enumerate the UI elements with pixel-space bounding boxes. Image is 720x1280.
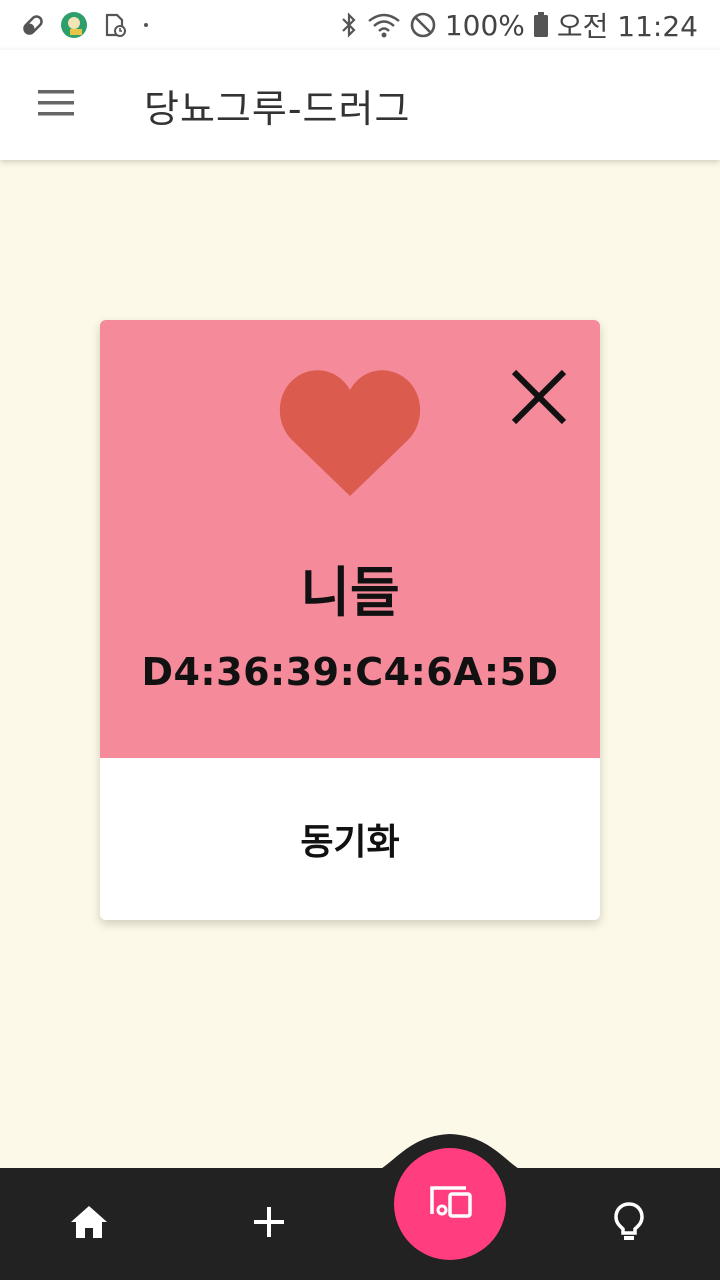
battery-icon bbox=[533, 11, 549, 39]
wifi-icon bbox=[367, 11, 401, 39]
battery-percent: 100% bbox=[444, 8, 525, 42]
lightbulb-icon bbox=[613, 1201, 645, 1247]
home-icon bbox=[69, 1204, 109, 1244]
app-avatar-icon bbox=[60, 11, 88, 39]
nav-tips[interactable] bbox=[584, 1168, 674, 1280]
device-card: 니들 D4:36:39:C4:6A:5D 동기화 bbox=[100, 320, 600, 920]
hamburger-menu-icon bbox=[36, 88, 76, 122]
status-time: 오전 11:24 bbox=[556, 10, 698, 43]
status-bar: 100% 오전 11:24 bbox=[0, 0, 720, 50]
heart-icon bbox=[278, 364, 422, 498]
device-card-header: 니들 D4:36:39:C4:6A:5D bbox=[100, 320, 600, 758]
dot-icon bbox=[142, 21, 150, 29]
device-mac-address: D4:36:39:C4:6A:5D bbox=[141, 650, 559, 694]
sync-button[interactable]: 동기화 bbox=[100, 758, 600, 920]
devices-icon bbox=[426, 1184, 474, 1224]
close-button[interactable] bbox=[508, 366, 570, 428]
pill-icon bbox=[20, 12, 46, 38]
menu-button[interactable] bbox=[26, 75, 86, 135]
status-bar-left bbox=[0, 11, 150, 39]
plus-icon bbox=[252, 1205, 286, 1243]
device-name: 니들 bbox=[300, 561, 400, 624]
close-icon bbox=[508, 369, 570, 432]
bluetooth-icon bbox=[339, 11, 359, 39]
do-not-disturb-icon bbox=[409, 11, 437, 39]
nav-home[interactable] bbox=[44, 1168, 134, 1280]
sim-clock-icon bbox=[102, 12, 128, 38]
nav-devices-fab[interactable] bbox=[394, 1148, 506, 1260]
nav-add[interactable] bbox=[224, 1168, 314, 1280]
status-bar-right: 100% 오전 11:24 bbox=[339, 5, 720, 45]
app-title: 당뇨그루-드러그 bbox=[144, 86, 411, 131]
app-bar: 당뇨그루-드러그 bbox=[0, 50, 720, 160]
